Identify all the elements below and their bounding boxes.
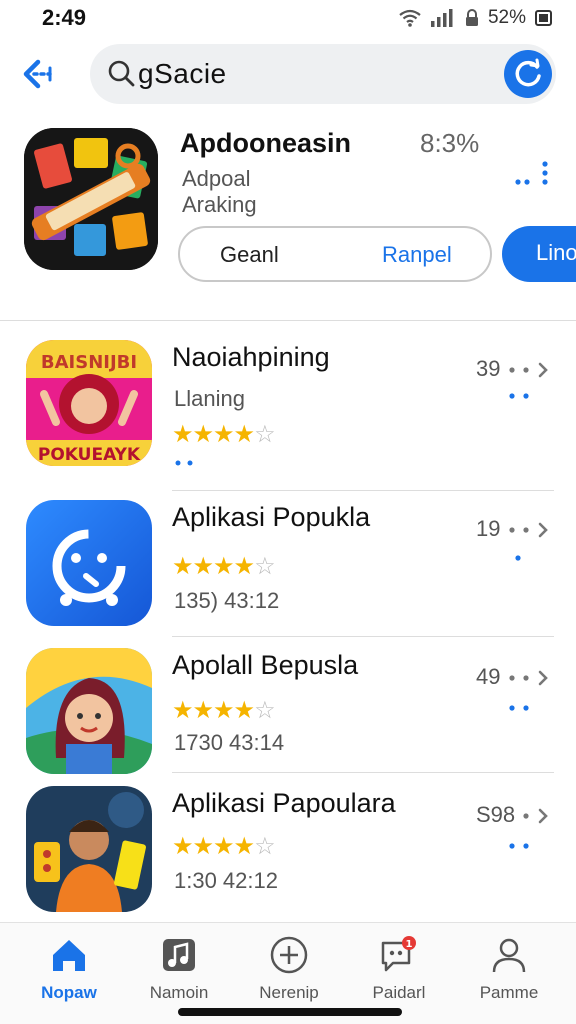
- nav-badge: 1: [406, 939, 413, 950]
- refresh-icon: [515, 58, 541, 87]
- more-options-icon[interactable]: [504, 358, 554, 406]
- install-button-label: Lino: [536, 240, 576, 265]
- app-size: 19: [476, 516, 501, 541]
- nav-item-add[interactable]: Nerenip: [234, 935, 344, 1015]
- row-divider: [172, 636, 554, 637]
- home-icon: [53, 940, 85, 971]
- music-icon: [163, 939, 195, 971]
- nav-label: Nopaw: [41, 983, 97, 1002]
- back-arrow-icon: [23, 59, 52, 89]
- app-subtitle: 1730 43:14: [174, 730, 285, 755]
- search-input[interactable]: gSacie: [90, 44, 556, 104]
- app-subtitle: Llaning: [174, 386, 245, 411]
- list-item[interactable]: Aplikasi Papoulara ★★★★☆ 1:30 42:12 S98: [0, 786, 576, 926]
- row-divider: [172, 772, 554, 773]
- app-name: Apolall Bepusla: [172, 650, 359, 680]
- nav-item-profile[interactable]: Pamme: [454, 935, 564, 1015]
- app-icon: [26, 500, 152, 626]
- nav-item-music[interactable]: Namoin: [124, 935, 234, 1015]
- status-bar: 2:49 52%: [0, 0, 576, 36]
- nav-label: Pamme: [479, 983, 539, 1002]
- featured-app-card: Apdooneasin 8:3% Adpoal Araking Geanl Ra…: [0, 120, 576, 320]
- featured-app-icon[interactable]: [24, 128, 158, 270]
- star-rating: ★★★★☆: [172, 697, 276, 724]
- section-divider: [0, 320, 576, 321]
- signal-icon: [430, 9, 453, 27]
- battery-percent: 52%: [487, 7, 526, 28]
- details-button[interactable]: Geanl: [220, 242, 279, 268]
- icon-caption-top: BAISNIJBI: [41, 352, 137, 373]
- search-query: gSacie: [138, 58, 227, 89]
- home-indicator[interactable]: [178, 1008, 402, 1016]
- app-size: 49: [476, 664, 501, 689]
- icon-caption-bottom: POKUEAYK: [38, 445, 141, 465]
- search-icon: [108, 60, 135, 87]
- app-name: Aplikasi Popukla: [172, 502, 371, 532]
- nav-label: Paidarl: [372, 983, 426, 1002]
- dots-icon: [175, 460, 193, 466]
- more-options-icon[interactable]: [512, 160, 552, 188]
- more-options-icon[interactable]: [504, 804, 554, 852]
- nav-item-home[interactable]: Nopaw: [14, 935, 124, 1015]
- featured-app-meta: 8:3%: [420, 128, 480, 158]
- install-button[interactable]: Lino: [502, 226, 576, 282]
- status-time: 2:49: [42, 5, 87, 30]
- more-options-icon[interactable]: [504, 666, 554, 714]
- featured-action-pill[interactable]: Geanl Ranpel: [178, 226, 492, 282]
- back-button[interactable]: [20, 54, 62, 94]
- plus-icon: [270, 936, 308, 974]
- app-size: 39: [476, 356, 501, 381]
- game-art-icon: [24, 128, 158, 270]
- list-item[interactable]: Apolall Bepusla ★★★★☆ 1730 43:14 49: [0, 648, 576, 788]
- wifi-icon: [399, 9, 421, 27]
- lock-icon: [465, 9, 478, 26]
- star-rating: ★★★★☆: [172, 553, 276, 580]
- status-icons: 52%: [398, 7, 554, 29]
- profile-icon: [492, 938, 526, 973]
- search-bar-row: gSacie: [0, 40, 576, 110]
- list-item[interactable]: Aplikasi Popukla ★★★★☆ 135) 43:12 19: [0, 500, 576, 640]
- row-divider: [172, 490, 554, 491]
- nav-label: Nerenip: [259, 983, 319, 1002]
- app-subtitle: 135) 43:12: [174, 588, 280, 613]
- nav-item-chat[interactable]: 1 Paidarl: [344, 935, 454, 1015]
- chat-icon: 1: [381, 936, 416, 972]
- app-icon: [26, 648, 152, 774]
- more-options-icon[interactable]: [504, 518, 554, 566]
- nav-label: Namoin: [149, 983, 209, 1002]
- app-name: Aplikasi Papoulara: [172, 788, 396, 818]
- app-icon: [26, 786, 152, 912]
- share-button[interactable]: Ranpel: [382, 242, 452, 268]
- battery-icon: [535, 10, 552, 26]
- app-subtitle: 1:30 42:12: [174, 868, 278, 893]
- app-icon: BAISNIJBI POKUEAYK: [26, 340, 152, 466]
- featured-app-subtitle: Adpoal: [182, 166, 251, 191]
- app-name: Naoiahpining: [172, 342, 330, 372]
- star-rating: ★★★★☆: [172, 421, 276, 448]
- featured-app-category: Araking: [182, 192, 257, 217]
- star-rating: ★★★★☆: [172, 833, 276, 860]
- featured-app-title: Apdooneasin: [180, 128, 352, 158]
- search-submit-button[interactable]: [504, 50, 552, 98]
- list-item[interactable]: BAISNIJBI POKUEAYK Naoiahpining Llaning …: [0, 340, 576, 480]
